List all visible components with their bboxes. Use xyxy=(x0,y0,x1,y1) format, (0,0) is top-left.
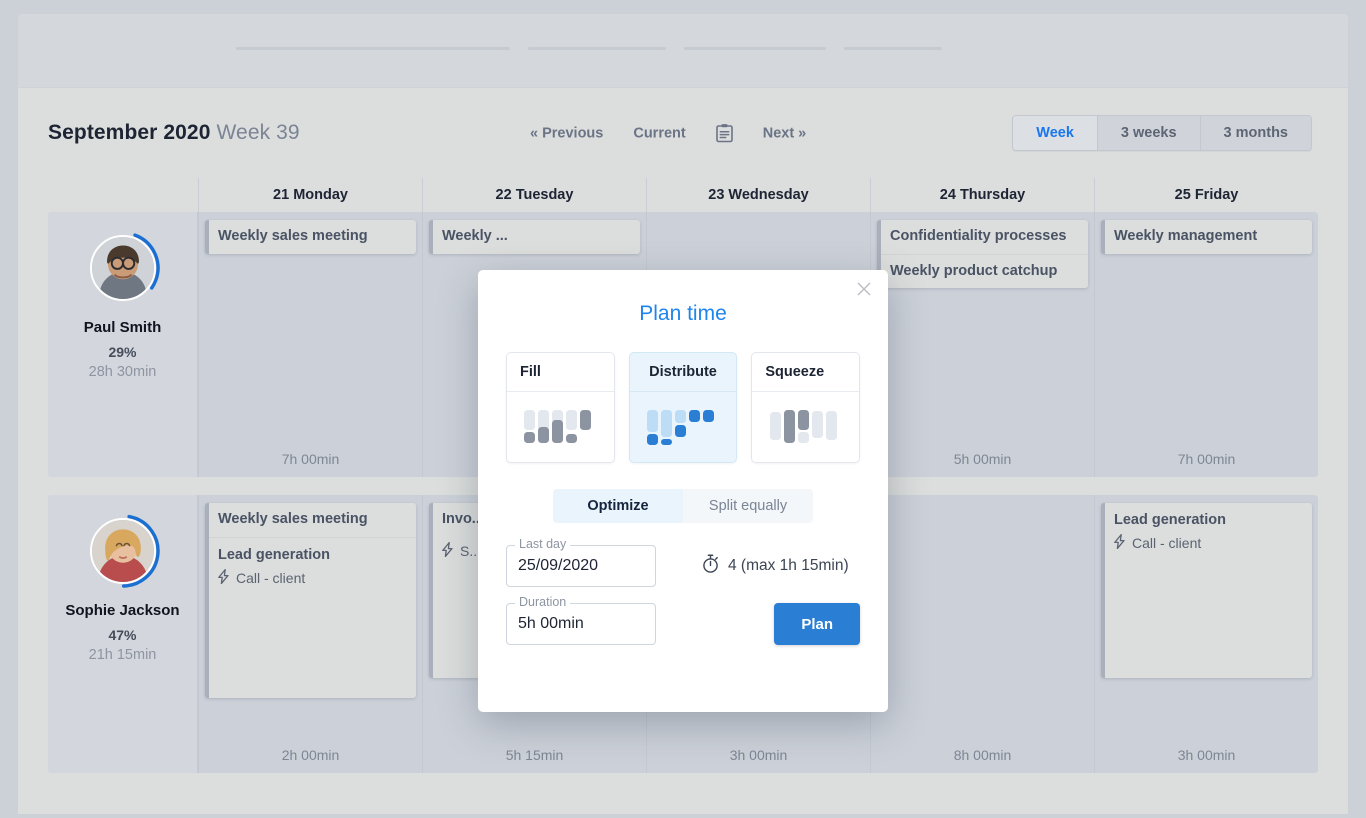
close-icon[interactable] xyxy=(853,280,875,302)
duration-input[interactable] xyxy=(506,603,656,645)
squeeze-chart-icon xyxy=(752,392,859,462)
navbar-placeholder-links xyxy=(236,47,942,50)
dialog-fields: Last day 25/09/2020 4 (max 1h 15min) Dur… xyxy=(506,537,860,645)
mode-card-distribute[interactable]: Distribute xyxy=(628,352,738,463)
strategy-split-equally[interactable]: Split equally xyxy=(683,489,813,523)
last-day-input[interactable] xyxy=(506,545,656,587)
modal-overlay: Plan time Fill Distribute Squeeze Optimi… xyxy=(18,88,1348,814)
fill-chart-icon xyxy=(507,392,614,462)
last-day-field: Last day xyxy=(506,537,656,587)
slots-meta-label: 4 (max 1h 15min) xyxy=(728,557,849,574)
top-navbar xyxy=(18,14,1348,88)
mode-card-group: Fill Distribute Squeeze xyxy=(506,352,861,463)
mode-label: Fill xyxy=(507,353,614,392)
strategy-toggle-group: Optimize Split equally xyxy=(553,489,813,523)
mode-label: Distribute xyxy=(629,353,737,392)
strategy-optimize[interactable]: Optimize xyxy=(553,489,683,523)
duration-field: Duration xyxy=(506,595,656,645)
dialog-title: Plan time xyxy=(639,302,727,325)
last-day-row: Last day 25/09/2020 4 (max 1h 15min) xyxy=(506,537,860,587)
duration-row: Duration Plan xyxy=(506,595,860,645)
duration-label: Duration xyxy=(515,595,571,609)
nav-placeholder-2 xyxy=(528,47,666,50)
page-body: September 2020 Week 39 « Previous Current… xyxy=(18,88,1348,814)
app-window: September 2020 Week 39 « Previous Current… xyxy=(18,14,1348,814)
last-day-label: Last day xyxy=(515,537,571,551)
mode-label: Squeeze xyxy=(752,353,860,392)
nav-placeholder-1 xyxy=(236,47,510,50)
nav-placeholder-4 xyxy=(844,47,942,50)
plan-time-dialog: Plan time Fill Distribute Squeeze Optimi… xyxy=(478,270,888,712)
mode-card-fill[interactable]: Fill xyxy=(506,352,615,463)
mode-card-squeeze[interactable]: Squeeze xyxy=(751,352,861,463)
stopwatch-icon xyxy=(702,554,719,578)
nav-placeholder-3 xyxy=(684,47,826,50)
slots-meta: 4 (max 1h 15min) xyxy=(702,554,849,578)
distribute-chart-icon xyxy=(630,392,737,462)
plan-button[interactable]: Plan xyxy=(774,603,860,645)
